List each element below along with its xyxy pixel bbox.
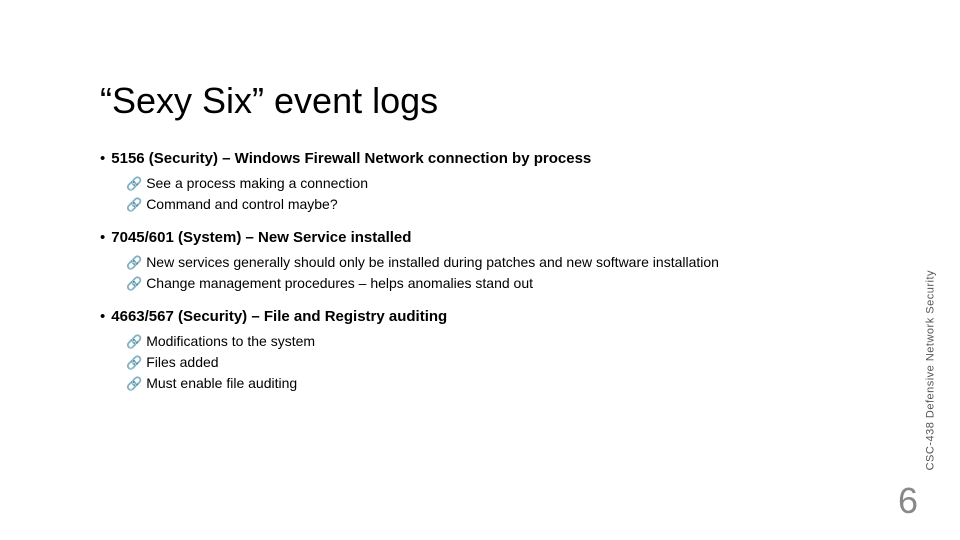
- link-icon: 🔗: [126, 256, 142, 269]
- link-icon: 🔗: [126, 335, 142, 348]
- course-label: CSC-438 Defensive Network Security: [924, 270, 936, 470]
- list-item: • 5156 (Security) – Windows Firewall Net…: [100, 150, 860, 215]
- bullet-dot-icon: •: [100, 308, 105, 325]
- item-heading: 4663/567 (Security) – File and Registry …: [111, 308, 447, 325]
- list-item: • 7045/601 (System) – New Service instal…: [100, 229, 860, 294]
- sub-text: Change management procedures – helps ano…: [146, 273, 533, 294]
- item-heading-line: • 4663/567 (Security) – File and Registr…: [100, 308, 860, 325]
- link-icon: 🔗: [126, 377, 142, 390]
- sub-text: Modifications to the system: [146, 331, 315, 352]
- sub-item: 🔗 Command and control maybe?: [126, 194, 860, 215]
- sub-text: Command and control maybe?: [146, 194, 337, 215]
- link-icon: 🔗: [126, 356, 142, 369]
- sub-text: Must enable file auditing: [146, 373, 297, 394]
- sub-text: Files added: [146, 352, 218, 373]
- sub-item: 🔗 Change management procedures – helps an…: [126, 273, 860, 294]
- sub-item: 🔗 Modifications to the system: [126, 331, 860, 352]
- page-number: 6: [898, 480, 918, 522]
- sub-list: 🔗 See a process making a connection 🔗 Comm…: [100, 173, 860, 215]
- sub-item: 🔗 Files added: [126, 352, 860, 373]
- sub-text: See a process making a connection: [146, 173, 368, 194]
- bullet-list: • 5156 (Security) – Windows Firewall Net…: [100, 150, 860, 394]
- slide-title: “Sexy Six” event logs: [100, 80, 860, 122]
- link-icon: 🔗: [126, 277, 142, 290]
- sub-list: 🔗 New services generally should only be i…: [100, 252, 860, 294]
- list-item: • 4663/567 (Security) – File and Registr…: [100, 308, 860, 394]
- item-heading: 7045/601 (System) – New Service installe…: [111, 229, 411, 246]
- sub-text: New services generally should only be in…: [146, 252, 719, 273]
- link-icon: 🔗: [126, 177, 142, 190]
- sub-item: 🔗 Must enable file auditing: [126, 373, 860, 394]
- link-icon: 🔗: [126, 198, 142, 211]
- bullet-dot-icon: •: [100, 229, 105, 246]
- slide: “Sexy Six” event logs • 5156 (Security) …: [0, 0, 960, 540]
- item-heading: 5156 (Security) – Windows Firewall Netwo…: [111, 150, 591, 167]
- item-heading-line: • 5156 (Security) – Windows Firewall Net…: [100, 150, 860, 167]
- sub-list: 🔗 Modifications to the system 🔗 Files adde…: [100, 331, 860, 394]
- sub-item: 🔗 See a process making a connection: [126, 173, 860, 194]
- bullet-dot-icon: •: [100, 150, 105, 167]
- item-heading-line: • 7045/601 (System) – New Service instal…: [100, 229, 860, 246]
- sub-item: 🔗 New services generally should only be i…: [126, 252, 860, 273]
